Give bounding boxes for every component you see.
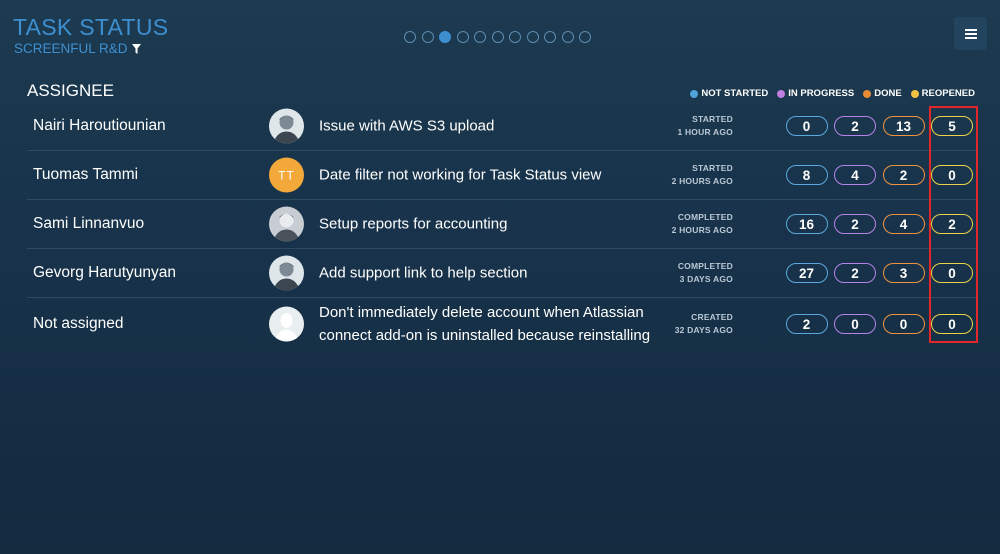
status-time: 32 DAYS AGO [674, 325, 733, 335]
status-label: COMPLETED [677, 212, 733, 222]
legend-dot-icon [910, 89, 919, 98]
assignee-column-heading: ASSIGNEE [27, 81, 114, 100]
count-in-progress[interactable]: 4 [834, 165, 876, 185]
count-in-progress[interactable]: 0 [834, 314, 876, 334]
count-done[interactable]: 3 [882, 263, 925, 283]
board-filter[interactable]: SCREENFUL R&D [14, 41, 141, 56]
task-status: STARTED 1 HOUR AGO [677, 113, 733, 139]
count-not-started[interactable]: 27 [785, 263, 828, 283]
task-status: COMPLETED 2 HOURS AGO [672, 211, 733, 237]
count-done[interactable]: 0 [882, 314, 925, 334]
menu-button[interactable] [954, 17, 987, 50]
status-label: STARTED [692, 114, 733, 124]
task-title[interactable]: Don't immediately delete account when At… [319, 301, 664, 347]
status-legend: NOT STARTED IN PROGRESS DONE REOPENED [690, 88, 975, 99]
page-dot-10[interactable] [561, 31, 574, 43]
count-in-progress[interactable]: 2 [834, 263, 876, 283]
avatar [269, 108, 304, 144]
legend-label: IN PROGRESS [788, 88, 855, 99]
count-reopened[interactable]: 0 [931, 314, 973, 334]
page-dot-11[interactable] [579, 31, 591, 43]
legend-label: NOT STARTED [701, 88, 769, 99]
task-title[interactable]: Add support link to help section [319, 262, 664, 285]
assignee-name: Sami Linnanvuo [33, 215, 145, 232]
task-status: CREATED 32 DAYS AGO [675, 311, 733, 337]
task-title[interactable]: Date filter not working for Task Status … [319, 164, 664, 187]
table-row[interactable]: Tuomas Tammi TT Date filter not working fo… [27, 151, 977, 200]
table-row[interactable]: Gevorg Harutyunyan Add support link to he… [27, 249, 977, 298]
status-counts: 27 2 3 0 [785, 263, 973, 283]
page-dot-6[interactable] [491, 31, 504, 43]
count-not-started[interactable]: 0 [785, 116, 828, 136]
page-dot-3[interactable] [439, 31, 451, 43]
task-title[interactable]: Issue with AWS S3 upload [319, 115, 664, 138]
assignee-name: Nairi Haroutiounian [33, 117, 166, 134]
status-label: STARTED [692, 163, 733, 173]
legend-dot-icon [690, 89, 699, 98]
assignee-name: Tuomas Tammi [33, 166, 139, 183]
status-label: CREATED [691, 312, 733, 322]
hamburger-icon [964, 28, 977, 39]
status-time: 3 DAYS AGO [679, 274, 733, 284]
task-title[interactable]: Setup reports for accounting [319, 213, 664, 236]
default-user-icon [269, 306, 304, 342]
count-in-progress[interactable]: 2 [834, 116, 876, 136]
count-reopened[interactable]: 0 [931, 263, 973, 283]
table-row[interactable]: Nairi Haroutiounian Issue with AWS S3 upl… [27, 102, 977, 151]
legend-dot-icon [777, 89, 786, 98]
task-status: STARTED 2 HOURS AGO [672, 162, 733, 188]
count-not-started[interactable]: 2 [785, 314, 828, 334]
task-status: COMPLETED 3 DAYS AGO [678, 260, 733, 286]
task-table: Nairi Haroutiounian Issue with AWS S3 upl… [27, 102, 977, 350]
page-title: TASK STATUS [13, 14, 169, 40]
status-counts: 0 2 13 5 [785, 116, 973, 136]
legend-dot-icon [863, 89, 872, 98]
status-counts: 2000 [785, 314, 973, 334]
page-dot-7[interactable] [509, 31, 521, 43]
page-dot-5[interactable] [474, 31, 486, 43]
board-name: SCREENFUL R&D [14, 41, 128, 56]
count-in-progress[interactable]: 2 [834, 214, 876, 234]
legend-item: IN PROGRESS [777, 88, 854, 99]
page-indicator [404, 31, 591, 43]
count-not-started[interactable]: 8 [785, 165, 828, 185]
count-done[interactable]: 13 [882, 116, 925, 136]
legend-label: REOPENED [921, 88, 975, 99]
page-dot-2[interactable] [421, 31, 434, 43]
page-dot-8[interactable] [526, 31, 539, 43]
count-reopened[interactable]: 2 [931, 214, 973, 234]
legend-item: DONE [863, 88, 902, 99]
status-time: 1 HOUR AGO [677, 127, 733, 137]
avatar: TT [269, 157, 304, 193]
status-time: 2 HOURS AGO [671, 225, 733, 235]
status-label: COMPLETED [677, 261, 733, 271]
count-reopened[interactable]: 5 [931, 116, 973, 136]
page-dot-9[interactable] [544, 31, 556, 43]
filter-icon[interactable] [131, 43, 141, 54]
page-dot-4[interactable] [456, 31, 469, 43]
status-counts: 16 2 4 2 [785, 214, 973, 234]
avatar [269, 206, 304, 242]
status-time: 2 HOURS AGO [671, 176, 733, 186]
assignee-name: Not assigned [33, 315, 124, 332]
count-done[interactable]: 2 [882, 165, 925, 185]
table-row[interactable]: Not assigned Don't immediately delete acc… [27, 298, 977, 350]
page-dot-1[interactable] [404, 31, 416, 43]
assignee-name: Gevorg Harutyunyan [33, 264, 177, 281]
count-not-started[interactable]: 16 [785, 214, 828, 234]
count-reopened[interactable]: 0 [931, 165, 973, 185]
legend-item: NOT STARTED [690, 88, 768, 99]
status-counts: 8420 [785, 165, 973, 185]
avatar [269, 255, 304, 291]
count-done[interactable]: 4 [882, 214, 925, 234]
legend-label: DONE [874, 88, 902, 99]
legend-item: REOPENED [910, 88, 975, 99]
table-row[interactable]: Sami Linnanvuo Setup reports for accounti… [27, 200, 977, 249]
